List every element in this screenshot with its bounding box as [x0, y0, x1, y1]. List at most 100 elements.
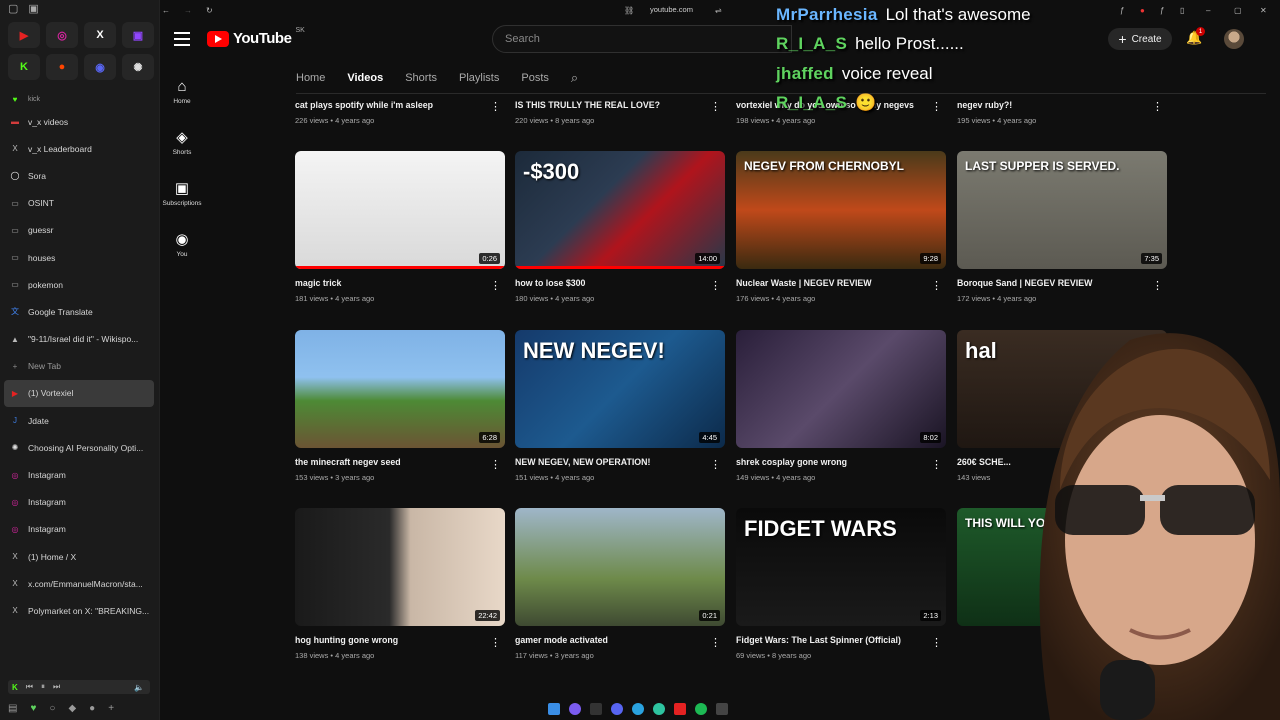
media-player[interactable]: K ⏮ ⏸ ⏭ 🔈 — [8, 680, 150, 694]
channel-search-icon[interactable]: ⌕ — [571, 70, 578, 86]
youtube-icon[interactable]: ▶ — [8, 22, 40, 48]
spotify-icon[interactable] — [695, 703, 707, 715]
reddit-icon[interactable]: ● — [46, 54, 78, 80]
sidebar-tab[interactable]: ▲ "9-11/Israel did it" - Wikispo... — [4, 326, 154, 353]
sidebar-tab[interactable]: + New Tab — [4, 353, 154, 380]
video-title[interactable]: hog hunting gone wrong — [295, 635, 505, 647]
more-options-icon[interactable]: ⋮ — [931, 458, 942, 471]
more-options-icon[interactable]: ⋮ — [931, 279, 942, 292]
more-options-icon[interactable]: ⋮ — [710, 279, 721, 292]
video-title[interactable]: IS THIS TRULLY THE REAL LOVE? — [515, 100, 725, 112]
telegram-icon[interactable] — [632, 703, 644, 715]
more-options-icon[interactable]: ⋮ — [1152, 279, 1163, 292]
video-title[interactable]: NEW NEGEV, NEW OPERATION! — [515, 457, 725, 469]
video-title[interactable]: Fidget Wars: The Last Spinner (Official) — [736, 635, 946, 647]
tab-shorts[interactable]: Shorts — [405, 72, 437, 84]
x-icon[interactable]: X — [84, 22, 116, 48]
video-title[interactable]: shrek cosplay gone wrong — [736, 457, 946, 469]
video-card[interactable]: LAST SUPPER IS SERVED. 7:35 Boroque Sand |… — [957, 151, 1167, 303]
sidebar-tab[interactable]: ◯ Sora — [4, 162, 154, 189]
sidebar-tab[interactable]: J Jdate — [4, 407, 154, 434]
create-button[interactable]: + Create — [1108, 28, 1172, 50]
forward-icon[interactable]: → — [184, 6, 192, 15]
x-icon[interactable] — [590, 703, 602, 715]
more-options-icon[interactable]: ⋮ — [931, 636, 942, 649]
sidebar-tab[interactable]: ▭ OSINT — [4, 190, 154, 217]
guide-item-subscriptions[interactable]: ▣ Subscriptions — [160, 168, 204, 219]
space-icon[interactable]: ◆ — [68, 703, 76, 714]
more-options-icon[interactable]: ⋮ — [710, 458, 721, 471]
video-title[interactable]: how to lose $300 — [515, 278, 725, 290]
twitch-icon[interactable]: ▣ — [122, 22, 154, 48]
video-thumbnail[interactable]: 8:02 — [736, 329, 946, 448]
sidebar-tab[interactable]: ◎ Instagram — [4, 516, 154, 543]
sidebar-tab[interactable]: Xx.com/EmmanuelMacron/sta... — [4, 570, 154, 597]
guide-item-shorts[interactable]: ◈ Shorts — [160, 117, 204, 168]
video-thumbnail[interactable]: 0:21 — [515, 508, 725, 626]
space-icon[interactable]: ♥ — [30, 703, 36, 714]
more-options-icon[interactable]: ⋮ — [490, 279, 501, 292]
tab-videos[interactable]: Videos — [347, 72, 383, 84]
sidebar-tab[interactable]: ▶ (1) Vortexiel — [4, 379, 154, 408]
video-card[interactable]: 0:21 gamer mode activated 117 views • 3 ye… — [515, 508, 725, 660]
volume-icon[interactable]: 🔈 — [134, 683, 144, 692]
youtube-logo[interactable]: YouTube SK — [207, 27, 305, 47]
browser-icon[interactable] — [569, 703, 581, 715]
instagram-icon[interactable]: ◎ — [46, 22, 78, 48]
discord-icon[interactable] — [611, 703, 623, 715]
guide-item-home[interactable]: ⌂ Home — [160, 66, 204, 117]
sidebar-tab[interactable]: ▭ pokemon — [4, 271, 154, 298]
extension-icon[interactable]: ▯ — [1180, 6, 1184, 15]
add-tab-icon[interactable]: + — [108, 703, 114, 714]
sidebar-tab[interactable]: 文 Google Translate — [4, 298, 154, 325]
previous-icon[interactable]: ⏮ — [26, 682, 33, 692]
video-card[interactable]: 0:26 magic trick 181 views • 4 years ago ⋮ — [295, 151, 505, 303]
tab-posts[interactable]: Posts — [521, 72, 549, 84]
next-icon[interactable]: ⏭ — [53, 682, 60, 692]
maximize-icon[interactable]: ▢ — [1234, 6, 1242, 15]
video-thumbnail[interactable]: -$300 14:00 — [515, 151, 725, 269]
video-title[interactable]: Boroque Sand | NEGEV REVIEW — [957, 278, 1167, 290]
video-title[interactable]: gamer mode activated — [515, 635, 725, 647]
app-icon[interactable] — [716, 703, 728, 715]
menu-icon[interactable] — [174, 32, 190, 50]
video-thumbnail[interactable]: LAST SUPPER IS SERVED. 7:35 — [957, 151, 1167, 269]
sidebar-tab[interactable]: X Polymarket on X: "BREAKING... — [4, 597, 154, 624]
video-card[interactable]: cat plays spotify while i'm asleep 226 vi… — [295, 100, 505, 125]
youtube-icon[interactable] — [674, 703, 686, 715]
search-input[interactable]: Search — [492, 25, 792, 53]
video-card[interactable]: 6:28 the minecraft negev seed 153 views • … — [295, 329, 505, 482]
video-thumbnail[interactable]: 6:28 — [295, 329, 505, 448]
sidebar-tab[interactable]: ♥ kick — [4, 90, 154, 108]
guide-item-you[interactable]: ◉ You — [160, 219, 204, 270]
video-card[interactable]: NEW NEGEV! 4:45 NEW NEGEV, NEW OPERATION! 1… — [515, 329, 725, 482]
video-title[interactable]: Nuclear Waste | NEGEV REVIEW — [736, 278, 946, 290]
video-thumbnail[interactable]: FIDGET WARS 2:13 — [736, 508, 946, 626]
tab-home[interactable]: Home — [296, 72, 325, 84]
video-card[interactable]: 8:02 shrek cosplay gone wrong 149 views • … — [736, 329, 946, 482]
video-card[interactable]: NEGEV FROM CHERNOBYL 9:28 Nuclear Waste | … — [736, 151, 946, 303]
video-card[interactable]: IS THIS TRULLY THE REAL LOVE? 220 views •… — [515, 100, 725, 125]
windows-start-icon[interactable] — [548, 703, 560, 715]
video-thumbnail[interactable]: NEW NEGEV! 4:45 — [515, 329, 725, 448]
sidebar-tab[interactable]: ▬ v_x videos — [4, 108, 154, 135]
minimize-icon[interactable]: – — [1206, 6, 1210, 15]
extension-icon[interactable]: ● — [1140, 6, 1145, 15]
tab-grid-icon[interactable]: ▣ — [28, 2, 38, 15]
sidebar-tab[interactable]: ▭ houses — [4, 244, 154, 271]
settings-icon[interactable]: ⇌ — [715, 6, 722, 15]
link-icon[interactable]: ⛓ — [624, 6, 634, 15]
sidebar-tab[interactable]: X (1) Home / X — [4, 543, 154, 570]
sidebar-tab[interactable]: ▭ guessr — [4, 217, 154, 244]
more-options-icon[interactable]: ⋮ — [1152, 100, 1163, 113]
video-card[interactable]: FIDGET WARS 2:13 Fidget Wars: The Last Spi… — [736, 508, 946, 660]
edge-icon[interactable] — [653, 703, 665, 715]
video-thumbnail[interactable]: 0:26 — [295, 151, 505, 269]
more-options-icon[interactable]: ⋮ — [710, 100, 721, 113]
discord-icon[interactable]: ◉ — [84, 54, 116, 80]
more-options-icon[interactable]: ⋮ — [490, 100, 501, 113]
more-options-icon[interactable]: ⋮ — [490, 636, 501, 649]
back-icon[interactable]: ← — [162, 6, 170, 15]
avatar[interactable] — [1224, 29, 1244, 49]
more-options-icon[interactable]: ⋮ — [710, 636, 721, 649]
